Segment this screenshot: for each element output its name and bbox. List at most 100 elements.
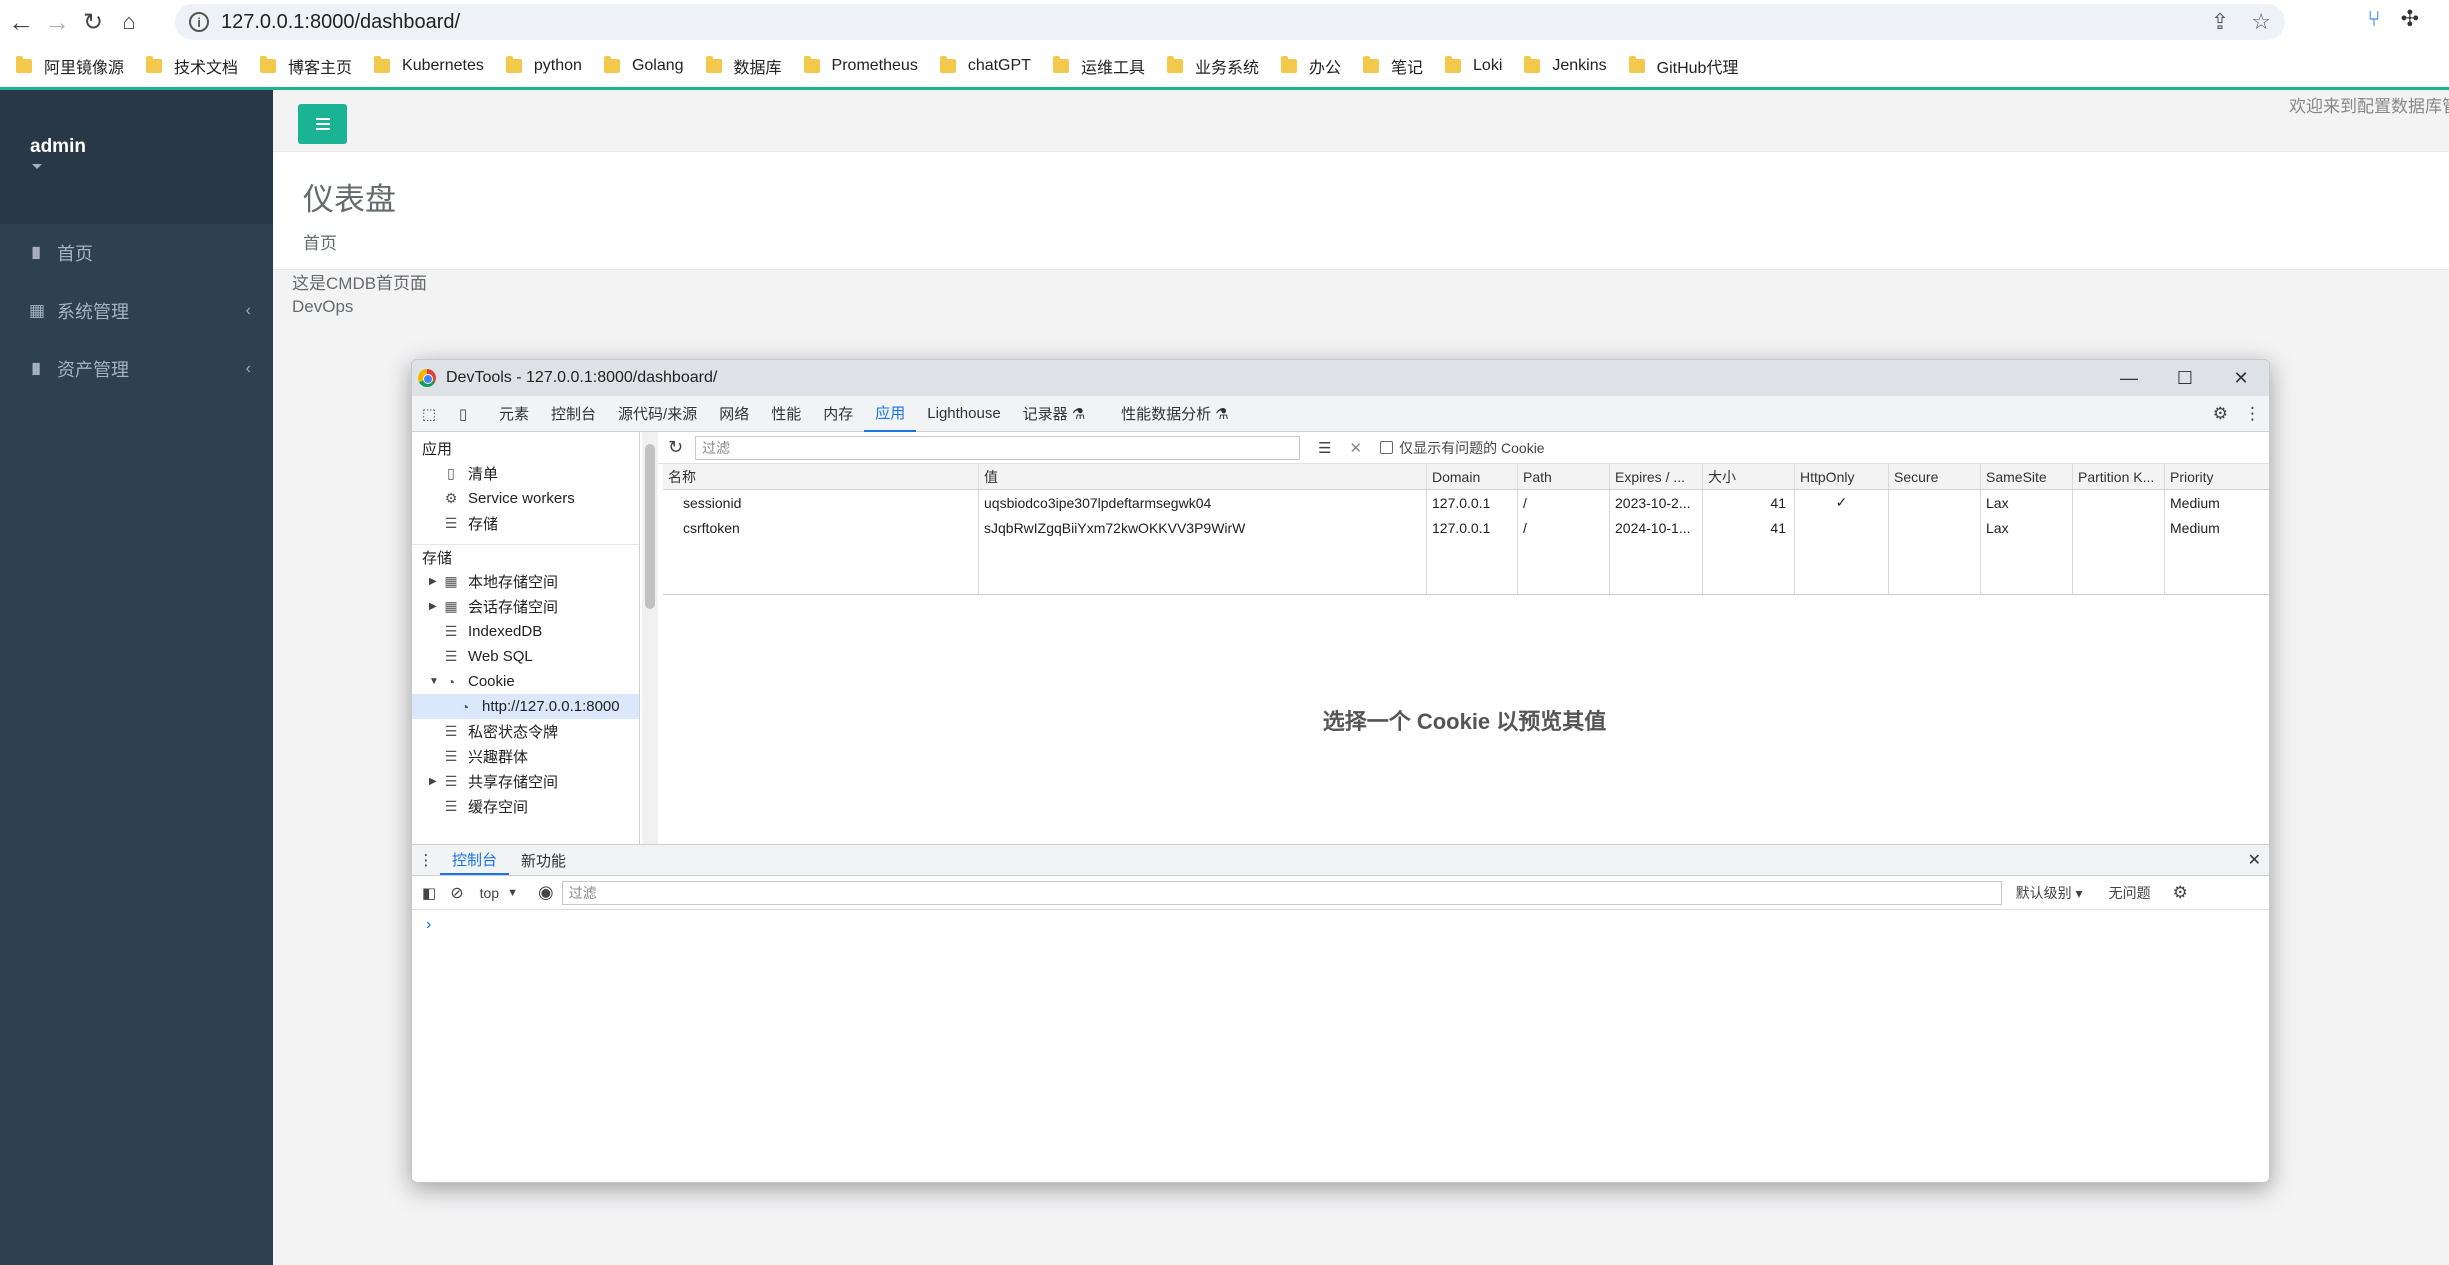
- devtools-tab[interactable]: 网络: [708, 396, 760, 432]
- reload-button[interactable]: ↻: [78, 7, 108, 37]
- tree-item[interactable]: ▼ ◔ Cookie: [412, 669, 639, 694]
- live-expression-eye-icon[interactable]: ◉: [538, 882, 554, 903]
- menu-toggle-button[interactable]: [298, 104, 347, 144]
- tree-item[interactable]: ☰ 私密状态令牌: [412, 719, 639, 744]
- sidebar-item[interactable]: ▐▌ 首页: [0, 224, 273, 282]
- clear-console-icon[interactable]: ⊘: [450, 883, 463, 903]
- cookie-filter-input[interactable]: 过滤: [695, 435, 1301, 460]
- site-info-icon[interactable]: i: [189, 12, 209, 32]
- column-header[interactable]: 大小: [1703, 464, 1795, 489]
- bookmark-item[interactable]: 笔记: [1363, 54, 1423, 78]
- share-icon[interactable]: ⇪: [2211, 9, 2229, 35]
- devtools-tab[interactable]: 应用: [864, 396, 917, 432]
- table-row[interactable]: csrftoken sJqbRwIZgqBiiYxm72kwOKKVV3P9Wir…: [663, 515, 2269, 540]
- inspect-element-icon[interactable]: ⬚: [412, 405, 446, 423]
- bookmark-item[interactable]: 办公: [1280, 54, 1341, 78]
- bookmark-item[interactable]: GitHub代理: [1628, 54, 1738, 78]
- extension-icon[interactable]: ⑂: [2367, 6, 2380, 32]
- only-issues-checkbox[interactable]: 仅显示有问题的 Cookie: [1380, 438, 1545, 458]
- column-header[interactable]: Secure: [1889, 464, 1981, 489]
- forward-button[interactable]: →: [42, 7, 72, 37]
- column-header[interactable]: SameSite: [1981, 464, 2073, 489]
- bookmark-item[interactable]: 运维工具: [1052, 54, 1145, 78]
- drawer-menu-icon[interactable]: ⋮: [412, 851, 440, 869]
- devtools-tab[interactable]: 元素: [488, 396, 540, 432]
- bookmark-item[interactable]: Kubernetes: [374, 56, 484, 75]
- tree-item[interactable]: ☰ 兴趣群体: [412, 744, 639, 769]
- collapsed-arrow-icon[interactable]: ▶: [429, 576, 437, 587]
- breadcrumb[interactable]: 首页: [303, 229, 2449, 254]
- table-row[interactable]: sessionid uqsbiodco3ipe307lpdeftarmsegwk0…: [663, 490, 2269, 515]
- devtools-tab[interactable]: 内存: [812, 396, 864, 432]
- tree-item[interactable]: ▶ ▦ 会话存储空间: [412, 594, 639, 619]
- bookmark-item[interactable]: Jenkins: [1524, 56, 1607, 75]
- tree-item[interactable]: ⚙ Service workers: [412, 486, 639, 511]
- clear-filtered-icon[interactable]: ☰: [1318, 439, 1331, 457]
- home-icon[interactable]: ⌂: [114, 7, 144, 37]
- context-selector[interactable]: top ▼: [480, 885, 518, 901]
- console-prompt-icon[interactable]: ›: [426, 916, 431, 934]
- tree-scrollbar[interactable]: [642, 432, 658, 844]
- console-filter-input[interactable]: 过滤: [561, 880, 2002, 905]
- tree-item[interactable]: ◔ http://127.0.0.1:8000: [412, 694, 639, 719]
- maximize-button[interactable]: ☐: [2157, 360, 2213, 396]
- delete-all-icon[interactable]: ✕: [1350, 439, 1363, 457]
- tree-item[interactable]: ☰ 缓存空间: [412, 794, 639, 819]
- tree-item[interactable]: ☰ 存储: [412, 511, 639, 536]
- bookmark-item[interactable]: 数据库: [705, 54, 782, 78]
- bookmark-item[interactable]: python: [505, 56, 582, 75]
- devtools-tab[interactable]: 记录器 ⚗: [1012, 396, 1096, 432]
- caret-down-icon[interactable]: [32, 164, 42, 169]
- tree-item[interactable]: ▶ ☰ 共享存储空间: [412, 769, 639, 794]
- column-header[interactable]: Partition K...: [2073, 464, 2165, 489]
- sidebar-item[interactable]: ▦ 系统管理 ‹: [0, 282, 273, 340]
- devtools-tab[interactable]: 控制台: [540, 396, 607, 432]
- bookmark-item[interactable]: chatGPT: [939, 56, 1031, 75]
- drawer-tab-whats-new[interactable]: 新功能: [509, 845, 578, 875]
- username[interactable]: admin: [30, 136, 273, 158]
- sidebar-toggle-icon[interactable]: ◧: [422, 884, 436, 902]
- log-level-dropdown[interactable]: 默认级别 ▾: [2016, 883, 2083, 903]
- devtools-tab[interactable]: Lighthouse: [916, 396, 1011, 432]
- device-toolbar-icon[interactable]: ▯: [446, 405, 480, 423]
- refresh-icon[interactable]: ↻: [668, 437, 683, 458]
- settings-gear-icon[interactable]: ⚙: [2213, 404, 2228, 424]
- close-window-button[interactable]: ✕: [2213, 360, 2269, 396]
- bookmark-item[interactable]: Loki: [1445, 56, 1502, 75]
- bookmark-item[interactable]: 业务系统: [1166, 54, 1259, 78]
- column-header[interactable]: HttpOnly: [1795, 464, 1889, 489]
- bookmark-item[interactable]: 技术文档: [146, 54, 238, 78]
- checkbox-icon[interactable]: [1380, 441, 1394, 454]
- tree-item[interactable]: ☰ IndexedDB: [412, 619, 639, 644]
- bookmark-item[interactable]: 阿里镜像源: [16, 54, 124, 78]
- devtools-tab[interactable]: 性能: [760, 396, 812, 432]
- back-button[interactable]: ←: [6, 7, 36, 37]
- collapsed-arrow-icon[interactable]: ▶: [429, 776, 437, 787]
- close-drawer-icon[interactable]: ✕: [2248, 850, 2261, 870]
- devtools-tab[interactable]: 源代码/来源: [607, 396, 708, 432]
- collapsed-arrow-icon[interactable]: ▶: [429, 601, 437, 612]
- column-header[interactable]: Path: [1518, 464, 1610, 489]
- column-header[interactable]: Priority: [2165, 464, 2269, 489]
- column-header[interactable]: 名称: [663, 464, 979, 489]
- column-header[interactable]: Domain: [1427, 464, 1518, 489]
- bookmark-star-icon[interactable]: ☆: [2251, 9, 2271, 35]
- tree-item[interactable]: ☰ Web SQL: [412, 644, 639, 669]
- puzzle-icon[interactable]: ✣: [2401, 6, 2419, 32]
- bookmark-item[interactable]: 博客主页: [260, 54, 352, 78]
- minimize-button[interactable]: —: [2101, 360, 2157, 396]
- console-settings-icon[interactable]: ⚙: [2173, 883, 2188, 903]
- tree-item[interactable]: ▯ 清单: [412, 461, 639, 486]
- issues-counter[interactable]: 无问题: [2109, 883, 2151, 903]
- more-options-icon[interactable]: ⋮: [2244, 404, 2261, 424]
- column-header[interactable]: 值: [979, 464, 1427, 489]
- tree-item[interactable]: ▶ ▦ 本地存储空间: [412, 569, 639, 594]
- devtools-tab[interactable]: 性能数据分析 ⚗: [1110, 396, 1239, 432]
- column-header[interactable]: Expires / ...: [1610, 464, 1703, 489]
- bookmark-item[interactable]: Golang: [603, 56, 684, 75]
- drawer-tab-console[interactable]: 控制台: [440, 845, 510, 875]
- bookmark-item[interactable]: Prometheus: [803, 56, 918, 75]
- address-bar[interactable]: i 127.0.0.1:8000/dashboard/ ⇪ ☆: [175, 4, 2285, 40]
- expanded-arrow-icon[interactable]: ▼: [429, 676, 439, 687]
- sidebar-item[interactable]: ▐▌ 资产管理 ‹: [0, 340, 273, 398]
